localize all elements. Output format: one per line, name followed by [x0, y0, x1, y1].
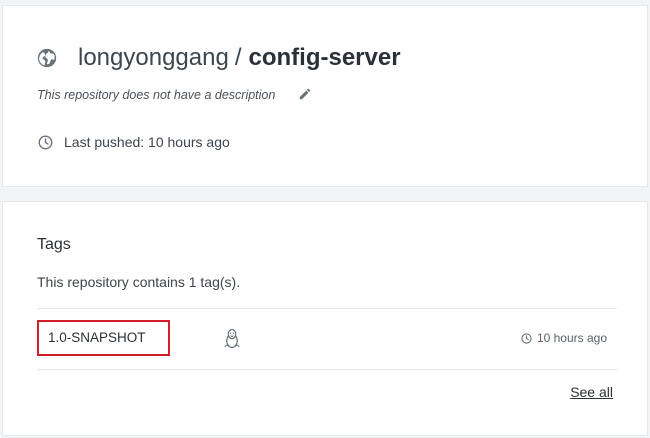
tag-name-link[interactable]: 1.0-SNAPSHOT [37, 320, 170, 356]
tag-pushed-time: 10 hours ago [521, 331, 607, 345]
description-row: This repository does not have a descript… [37, 88, 312, 102]
repository-description: This repository does not have a descript… [37, 88, 276, 102]
clock-icon [38, 135, 53, 149]
pencil-edit-icon[interactable] [298, 87, 312, 101]
path-separator: / [234, 44, 242, 71]
repository-info-card: longyonggang / config-server This reposi… [2, 5, 648, 187]
repository-namespace[interactable]: longyonggang [78, 44, 229, 72]
see-all-link[interactable]: See all [570, 384, 613, 400]
last-pushed-row: Last pushed: 10 hours ago [38, 134, 230, 150]
tag-row: 1.0-SNAPSHOT 10 hours ago [37, 308, 617, 370]
tag-time-text: 10 hours ago [536, 331, 607, 345]
repository-name: config-server [248, 44, 401, 71]
last-pushed-text: Last pushed: 10 hours ago [64, 134, 230, 150]
linux-icon [224, 328, 240, 349]
tags-count-text: This repository contains 1 tag(s). [37, 274, 241, 290]
tags-heading: Tags [37, 236, 71, 253]
globe-icon [37, 48, 57, 68]
repository-header: longyonggang / config-server [37, 43, 401, 73]
tags-card: Tags This repository contains 1 tag(s). … [2, 201, 648, 436]
clock-icon [521, 332, 532, 344]
